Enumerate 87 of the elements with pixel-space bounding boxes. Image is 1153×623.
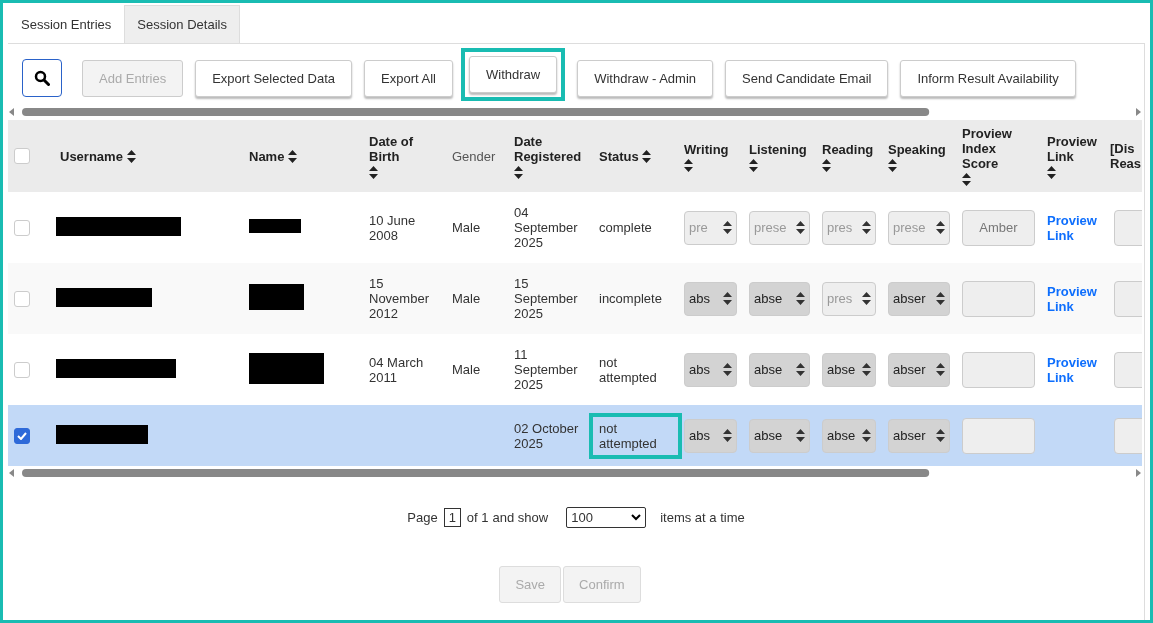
sort-icon[interactable] — [1047, 165, 1056, 179]
sort-icon[interactable] — [888, 158, 897, 172]
check-icon — [17, 431, 27, 440]
table-cell: 02 October 2025 — [514, 420, 579, 451]
toolbar-button[interactable]: Export All — [364, 59, 453, 97]
pagination-label: items at a time — [660, 510, 745, 526]
sort-icon[interactable] — [749, 158, 758, 172]
scrollbar[interactable] — [8, 106, 1142, 118]
toolbar-button[interactable]: Inform Result Availability — [900, 59, 1076, 97]
table-cell: not attempted — [589, 412, 682, 459]
dropdown[interactable]: abs — [684, 418, 737, 453]
search-button[interactable] — [22, 59, 62, 97]
table-cell: Male — [452, 220, 481, 236]
table-cell: 15 September 2025 — [514, 276, 578, 322]
table-cell: incomplete — [599, 291, 662, 307]
updown-arrows-icon — [862, 292, 871, 306]
updown-arrows-icon — [936, 429, 945, 443]
column-header[interactable]: Listening — [749, 141, 807, 157]
updown-arrows-icon — [796, 429, 805, 443]
updown-arrows-icon — [936, 363, 945, 377]
dropdown[interactable]: abser — [888, 418, 950, 453]
toolbar-button[interactable]: Withdraw — [469, 55, 558, 93]
updown-arrows-icon — [936, 292, 945, 306]
table-cell: Male — [452, 291, 481, 307]
checkbox[interactable] — [14, 427, 30, 444]
score-field[interactable] — [962, 351, 1035, 388]
column-header: Gender — [452, 149, 496, 165]
updown-arrows-icon — [862, 221, 871, 235]
dropdown[interactable]: abse — [822, 352, 876, 387]
score-field[interactable] — [962, 417, 1035, 454]
sort-icon[interactable] — [962, 173, 971, 187]
toolbar-button[interactable]: Send Candidate Email — [725, 59, 889, 97]
table-cell: 10 June 2008 — [369, 212, 416, 243]
search-icon — [34, 70, 50, 86]
table-cell: 15 November 2012 — [369, 276, 429, 322]
page-field[interactable]: 1 — [443, 508, 461, 528]
updown-arrows-icon — [796, 363, 805, 377]
updown-arrows-icon — [723, 363, 732, 377]
column-header[interactable]: Name — [249, 149, 285, 165]
toolbar-button[interactable]: Export Selected Data — [195, 59, 353, 97]
proview-link[interactable]: Proview Link — [1047, 354, 1102, 385]
updown-arrows-icon — [723, 221, 732, 235]
dropdown[interactable]: abse — [749, 281, 810, 316]
updown-arrows-icon — [723, 292, 732, 306]
column-header[interactable]: Writing — [684, 141, 729, 157]
table-cell: 04 September 2025 — [514, 205, 578, 251]
proview-link[interactable]: Proview Link — [1047, 212, 1102, 243]
dropdown[interactable]: abs — [684, 352, 737, 387]
pagination-label: of 1 — [466, 510, 489, 526]
pagination-label: and show — [492, 510, 549, 526]
table-cell: Male — [452, 362, 481, 378]
sort-icon[interactable] — [126, 150, 136, 164]
dropdown[interactable]: abs — [684, 281, 737, 316]
table-cell: 11 September 2025 — [514, 347, 578, 393]
updown-arrows-icon — [862, 363, 871, 377]
scrollbar[interactable] — [8, 467, 1142, 480]
sort-icon[interactable] — [369, 165, 378, 179]
column-header[interactable]: Username — [60, 149, 123, 165]
dropdown[interactable]: abser — [888, 352, 950, 387]
table-cell-text: not attempted — [599, 354, 658, 385]
table-cell: complete — [599, 220, 652, 236]
sort-icon[interactable] — [684, 158, 693, 172]
column-header[interactable]: Reading — [822, 141, 874, 157]
updown-arrows-icon — [723, 429, 732, 443]
column-header[interactable]: Status — [599, 149, 639, 165]
tab[interactable]: Session Details — [124, 5, 240, 43]
updown-arrows-icon — [796, 221, 805, 235]
sort-icon[interactable] — [642, 150, 652, 164]
updown-arrows-icon — [796, 292, 805, 306]
page-size-dropdown[interactable]: 100 — [566, 507, 647, 529]
chevron-down-icon — [631, 514, 642, 522]
dropdown[interactable]: abse — [822, 418, 876, 453]
sort-icon[interactable] — [822, 158, 831, 172]
sort-icon[interactable] — [514, 165, 523, 179]
score-field[interactable] — [962, 280, 1035, 317]
dropdown[interactable]: abse — [749, 352, 810, 387]
column-header[interactable]: Speaking — [888, 141, 946, 157]
table-cell: 04 March 2011 — [369, 354, 424, 385]
toolbar-button[interactable]: Withdraw - Admin — [577, 59, 714, 97]
column-header: [Dis Reas — [1110, 141, 1142, 172]
updown-arrows-icon — [862, 429, 871, 443]
pagination-label: Page — [407, 510, 438, 526]
score-field[interactable]: Amber — [962, 209, 1035, 246]
updown-arrows-icon — [936, 221, 945, 235]
dropdown[interactable]: abse — [749, 418, 810, 453]
sort-icon[interactable] — [288, 150, 298, 164]
dropdown[interactable]: abser — [888, 281, 950, 316]
